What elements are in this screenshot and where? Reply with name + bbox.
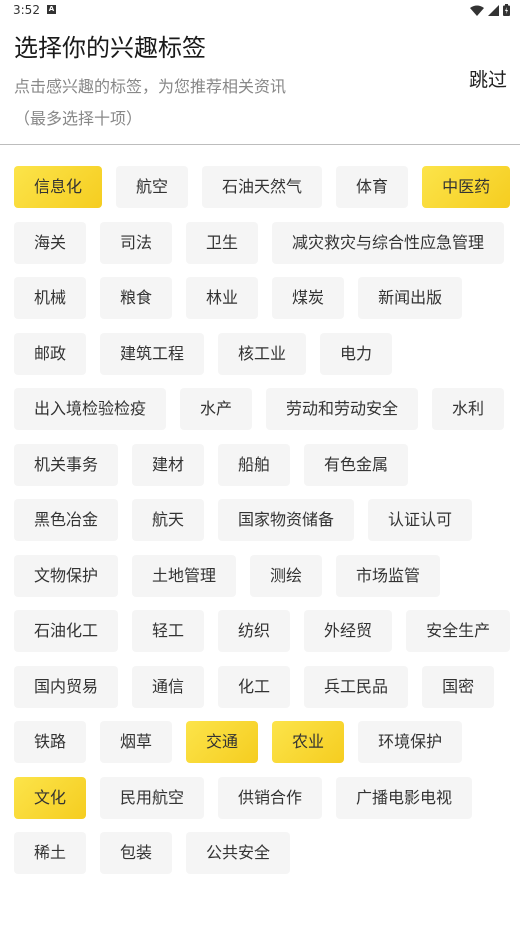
interest-tag[interactable]: 国家物资储备: [218, 499, 355, 541]
interest-tag[interactable]: 外经贸: [304, 610, 393, 652]
page-subtitle: 点击感兴趣的标签，为您推荐相关资讯: [14, 77, 287, 96]
interest-tag[interactable]: 民用航空: [100, 776, 205, 819]
interest-tag[interactable]: 水产: [180, 388, 253, 430]
interest-tag[interactable]: 土地管理: [132, 554, 237, 597]
interest-tag[interactable]: 轻工: [132, 610, 205, 652]
interest-tag[interactable]: 通信: [132, 665, 205, 708]
interest-tag[interactable]: 卫生: [186, 221, 259, 264]
signal-icon: [488, 4, 499, 16]
interest-tag[interactable]: 石油化工: [14, 610, 119, 652]
interest-tag[interactable]: 机关事务: [14, 443, 119, 486]
interest-tag[interactable]: 国内贸易: [14, 665, 119, 708]
interest-tag[interactable]: 文物保护: [14, 554, 119, 597]
wifi-icon: [470, 5, 484, 16]
interest-tag[interactable]: 机械: [14, 277, 87, 319]
interest-tag[interactable]: 体育: [336, 166, 409, 208]
interest-tag[interactable]: 测绘: [250, 554, 323, 597]
interest-tag[interactable]: 石油天然气: [202, 166, 323, 208]
interest-tag[interactable]: 粮食: [100, 277, 173, 319]
interest-tag[interactable]: 海关: [14, 221, 87, 264]
interest-tag-selected[interactable]: 信息化: [14, 166, 103, 208]
status-time: 3:52: [13, 3, 40, 17]
interest-tag[interactable]: 煤炭: [272, 277, 345, 319]
interest-tag[interactable]: 减灾救灾与综合性应急管理: [272, 221, 505, 264]
interest-tag-selected[interactable]: 文化: [14, 776, 87, 819]
skip-button[interactable]: 跳过: [469, 65, 507, 92]
interest-tag[interactable]: 电力: [320, 332, 393, 375]
interest-tag[interactable]: 航空: [116, 166, 189, 208]
interest-tag[interactable]: 邮政: [14, 332, 87, 375]
page-title: 选择你的兴趣标签: [14, 34, 206, 62]
interest-tag-selected[interactable]: 交通: [186, 721, 259, 763]
selection-limit-hint: （最多选择十项）: [14, 109, 143, 128]
interest-tag[interactable]: 核工业: [218, 332, 307, 375]
interest-tag[interactable]: 劳动和劳动安全: [266, 388, 419, 430]
interest-tag[interactable]: 司法: [100, 221, 173, 264]
interest-tag[interactable]: 化工: [218, 665, 291, 708]
status-icons: [470, 4, 510, 16]
interest-tag[interactable]: 包装: [100, 832, 173, 874]
interest-tag[interactable]: 安全生产: [406, 610, 511, 652]
interest-tag[interactable]: 兵工民品: [304, 665, 409, 708]
interest-tag[interactable]: 铁路: [14, 721, 87, 763]
interest-tag[interactable]: 稀土: [14, 832, 87, 874]
interest-tag[interactable]: 黑色冶金: [14, 499, 119, 541]
interest-tag[interactable]: 林业: [186, 277, 259, 319]
interest-tag[interactable]: 公共安全: [186, 832, 291, 874]
interest-tag[interactable]: 航天: [132, 499, 205, 541]
interest-tag[interactable]: 出入境检验检疫: [14, 388, 167, 430]
interest-tag-selected[interactable]: 农业: [272, 721, 345, 763]
interest-tag[interactable]: 市场监管: [336, 554, 441, 597]
interest-tag[interactable]: 烟草: [100, 721, 173, 763]
battery-icon: [503, 4, 510, 16]
divider: [0, 144, 520, 145]
interest-tag[interactable]: 建筑工程: [100, 332, 205, 375]
interest-tag[interactable]: 认证认可: [368, 499, 473, 541]
interest-tag[interactable]: 广播电影电视: [336, 776, 473, 819]
interest-tag[interactable]: 有色金属: [304, 443, 409, 486]
interest-tag[interactable]: 纺织: [218, 610, 291, 652]
interest-tag[interactable]: 国密: [422, 665, 495, 708]
interest-tag[interactable]: 建材: [132, 443, 205, 486]
tag-list: 信息化 航空 石油天然气 体育 中医药海关 司法 卫生 减灾救灾与综合性应急管理机械 粮食 林业煤…: [14, 166, 514, 874]
interest-tag[interactable]: 环境保护: [358, 721, 463, 763]
notification-icon: A: [47, 5, 56, 14]
status-bar: 3:52 A: [0, 0, 520, 22]
interest-tag[interactable]: 新闻出版: [358, 277, 463, 319]
interest-tag-selected[interactable]: 中医药: [422, 166, 511, 208]
interest-tag[interactable]: 供销合作: [218, 776, 323, 819]
header: 选择你的兴趣标签 点击感兴趣的标签，为您推荐相关资讯 （最多选择十项） 跳过: [0, 22, 520, 144]
interest-tag[interactable]: 水利: [432, 388, 505, 430]
interest-tag[interactable]: 船舶: [218, 443, 291, 486]
